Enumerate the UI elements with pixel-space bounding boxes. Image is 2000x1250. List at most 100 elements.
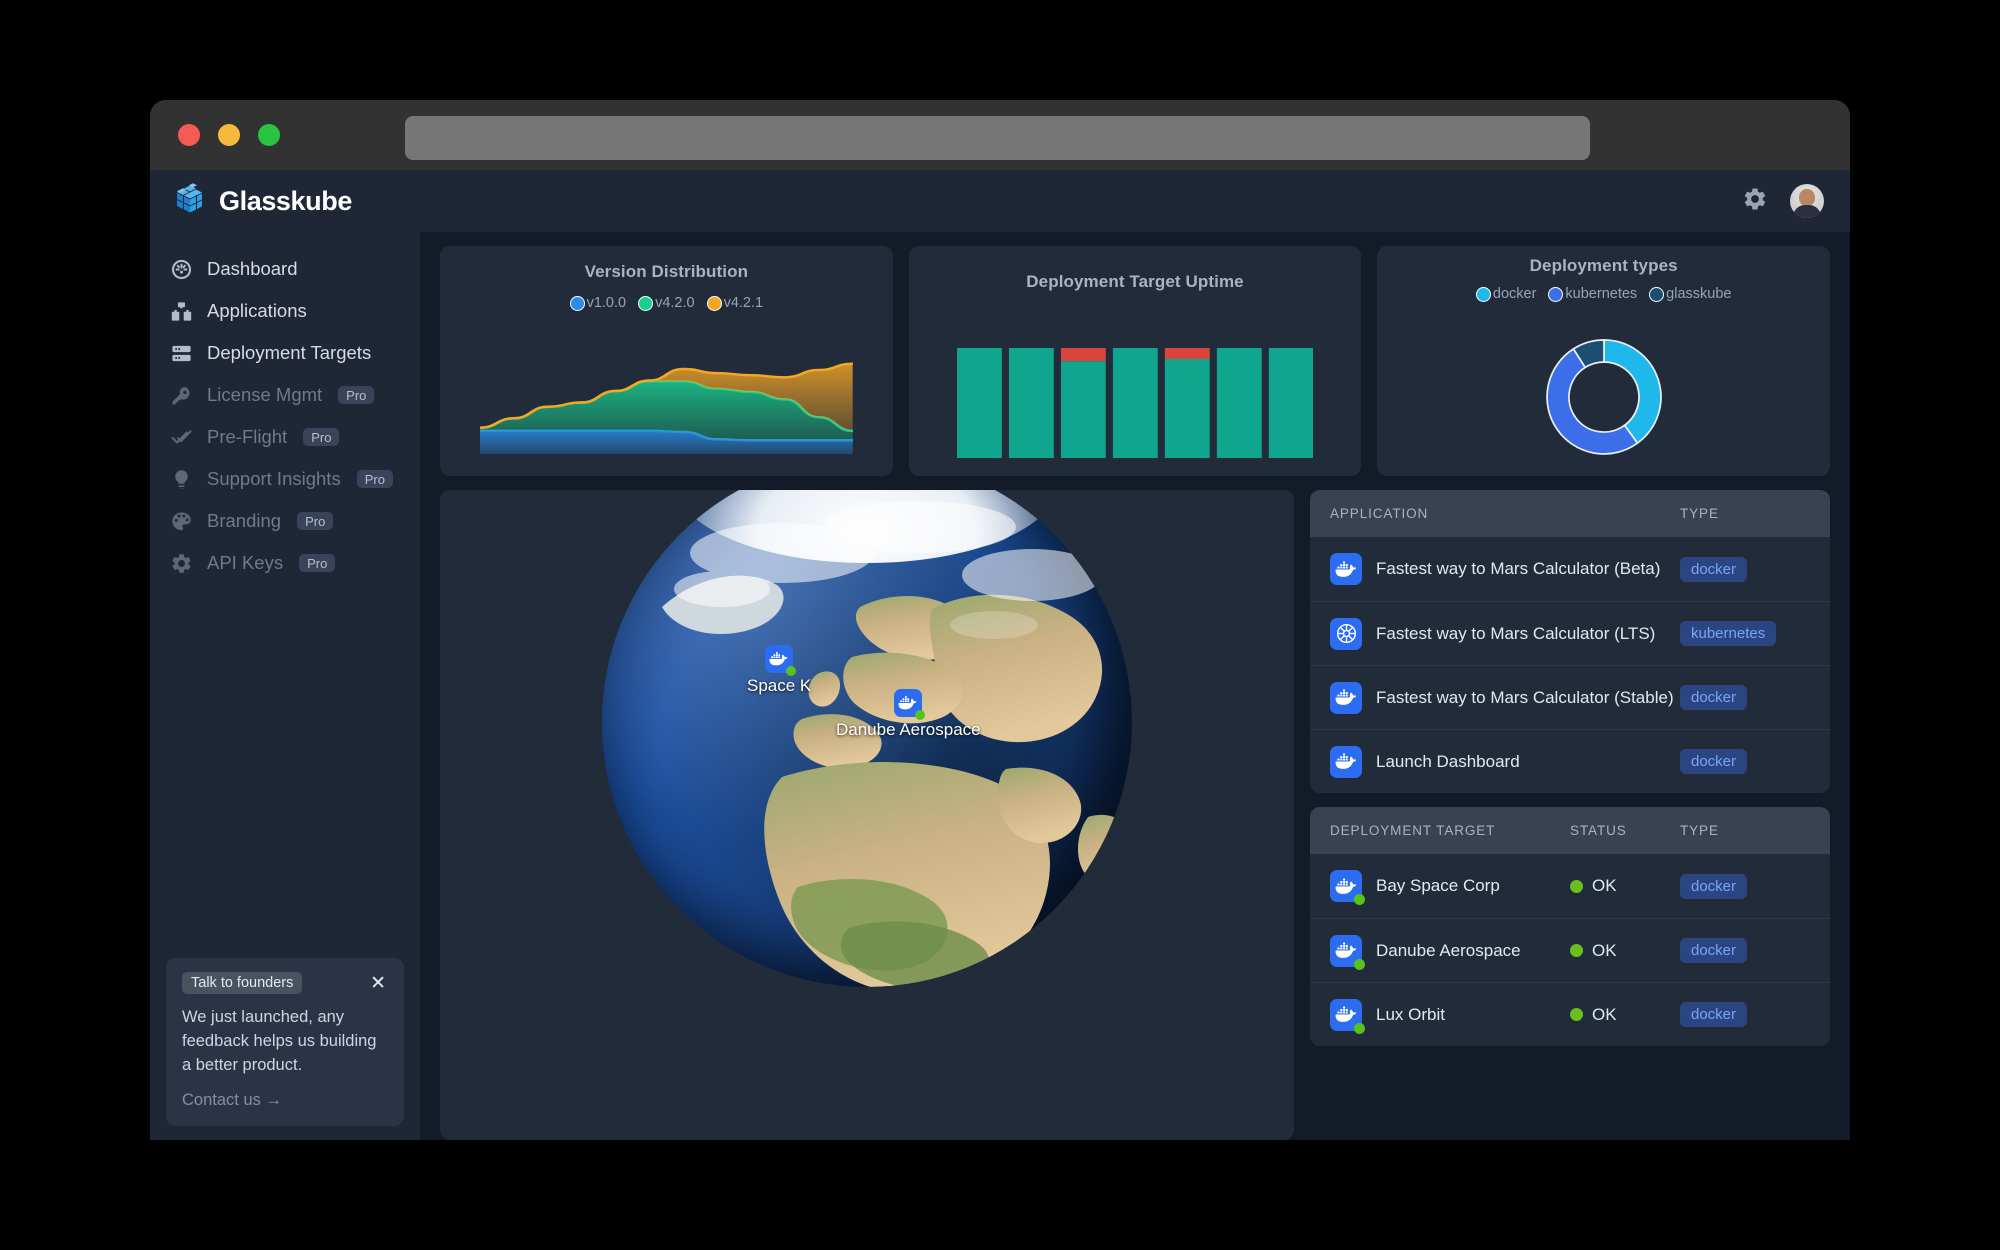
docker-icon — [1330, 553, 1362, 585]
chart-title: Version Distribution — [584, 262, 749, 281]
browser-address-bar[interactable] — [405, 116, 1590, 160]
bottom-row: Space K Danube Aerospace APPLICATION TYP… — [440, 490, 1830, 1140]
legend-color-dot — [1548, 286, 1564, 302]
sidebar-item-deployment-targets[interactable]: Deployment Targets — [150, 332, 420, 374]
table-row[interactable]: Launch Dashboard docker — [1310, 729, 1830, 793]
sidebar-item-applications[interactable]: Applications — [150, 290, 420, 332]
promo-tag: Talk to founders — [182, 971, 303, 995]
legend-label: docker — [1492, 286, 1537, 302]
status-text: OK — [1592, 876, 1617, 895]
legend-item[interactable]: v4.2.0 — [638, 295, 695, 311]
column-application: APPLICATION — [1330, 506, 1429, 521]
sidebar-item-pre-flight[interactable]: Pre-Flight Pro — [150, 416, 420, 458]
pro-badge: Pro — [297, 512, 334, 530]
legend-item[interactable]: kubernetes — [1548, 286, 1637, 302]
avatar[interactable] — [1790, 184, 1824, 218]
table-row[interactable]: Fastest way to Mars Calculator (LTS) kube… — [1310, 601, 1830, 665]
sidebar: Dashboard Applications Deployment Targets L… — [150, 232, 420, 1140]
target-name: Lux Orbit — [1376, 1004, 1445, 1024]
globe-marker[interactable]: Danube Aerospace — [836, 689, 981, 740]
table-row[interactable]: Lux Orbit OK docker — [1310, 982, 1830, 1046]
status-dot — [1354, 1022, 1365, 1034]
globe-card[interactable]: Space K Danube Aerospace — [440, 490, 1294, 1140]
sidebar-item-label: Deployment Targets — [207, 342, 372, 363]
window-close-button[interactable] — [178, 124, 200, 146]
chart-row: Version Distribution v1.0.0 v4.2.0 v4.2.1 … — [440, 246, 1831, 476]
legend-color-dot — [706, 295, 722, 311]
column-type: TYPE — [1680, 506, 1719, 521]
sidebar-nav: Dashboard Applications Deployment Targets L… — [150, 248, 420, 584]
chart-legend: v1.0.0 v4.2.0 v4.2.1 — [440, 295, 893, 311]
table-row[interactable]: Bay Space Corp OK docker — [1310, 854, 1830, 918]
table-header: APPLICATION TYPE — [1310, 490, 1830, 537]
header-actions — [1742, 184, 1824, 218]
promo-header: Talk to founders ✕ — [182, 971, 388, 995]
legend-item[interactable]: v1.0.0 — [569, 295, 627, 311]
legend-label: v4.2.0 — [655, 295, 695, 311]
table-row[interactable]: Fastest way to Mars Calculator (Beta) doc… — [1310, 537, 1830, 601]
earth-globe[interactable]: Space K Danube Aerospace — [602, 490, 1132, 987]
sidebar-item-support-insights[interactable]: Support Insights Pro — [150, 458, 420, 500]
type-chip: docker — [1680, 873, 1748, 899]
legend-label: v4.2.1 — [723, 295, 764, 311]
application-name: Launch Dashboard — [1376, 751, 1520, 771]
boxes-icon — [170, 300, 193, 323]
legend-color-dot — [1649, 286, 1665, 302]
status-dot — [1354, 958, 1365, 970]
sidebar-item-dashboard[interactable]: Dashboard — [150, 248, 420, 290]
table-row[interactable]: Fastest way to Mars Calculator (Stable) d… — [1310, 665, 1830, 729]
area-chart-plot — [480, 362, 853, 454]
app-shell: Glasskube Dashboard Applications Deploymen… — [150, 170, 1850, 1140]
application-name: Fastest way to Mars Calculator (Stable) — [1376, 687, 1674, 707]
legend-item[interactable]: glasskube — [1649, 286, 1731, 302]
type-chip: kubernetes — [1680, 621, 1777, 646]
bulb-icon — [170, 468, 193, 491]
legend-color-dot — [638, 295, 654, 311]
donut-chart-plot — [1545, 339, 1662, 455]
status-dot — [1354, 894, 1365, 905]
app-body: Dashboard Applications Deployment Targets L… — [150, 232, 1850, 1140]
legend-item[interactable]: docker — [1475, 286, 1537, 302]
legend-label: v1.0.0 — [586, 295, 627, 311]
table-header: DEPLOYMENT TARGET STATUS TYPE — [1310, 807, 1830, 854]
brand-logo[interactable]: Glasskube — [172, 182, 352, 221]
pro-badge: Pro — [338, 386, 375, 404]
target-name: Danube Aerospace — [1376, 940, 1521, 960]
sidebar-item-label: API Keys — [207, 552, 284, 573]
status-text: OK — [1592, 940, 1617, 960]
globe-marker[interactable]: Space K — [747, 645, 811, 696]
window-minimize-button[interactable] — [218, 124, 240, 146]
applications-table: APPLICATION TYPE Fastest way to Mars Cal… — [1310, 490, 1830, 793]
legend-label: kubernetes — [1565, 286, 1638, 302]
status-indicator — [1570, 879, 1583, 893]
version-distribution-card: Version Distribution v1.0.0 v4.2.0 v4.2.1 — [440, 246, 893, 476]
sidebar-item-api-keys[interactable]: API Keys Pro — [150, 542, 420, 584]
docker-icon — [1330, 934, 1365, 970]
globe-marker-label: Space K — [747, 676, 812, 695]
checks-icon — [170, 426, 193, 449]
column-status: STATUS — [1570, 823, 1627, 838]
table-row[interactable]: Danube Aerospace OK docker — [1310, 918, 1830, 982]
table-body: Fastest way to Mars Calculator (Beta) doc… — [1310, 537, 1830, 793]
gear-icon[interactable] — [1742, 186, 1768, 217]
type-chip: docker — [1680, 1002, 1748, 1027]
gauge-icon — [170, 258, 193, 281]
sidebar-item-label: License Mgmt — [207, 384, 323, 405]
legend-item[interactable]: v4.2.1 — [706, 295, 764, 311]
application-name: Fastest way to Mars Calculator (LTS) — [1376, 623, 1656, 643]
status-indicator — [1570, 1008, 1583, 1021]
right-column: APPLICATION TYPE Fastest way to Mars Cal… — [1310, 490, 1830, 1140]
main-content: Version Distribution v1.0.0 v4.2.0 v4.2.1 … — [420, 232, 1850, 1140]
deployment-types-card: Deployment types docker kubernetes glassku… — [1377, 246, 1831, 476]
pro-badge: Pro — [299, 554, 336, 572]
sidebar-item-label: Applications — [207, 300, 307, 321]
docker-icon — [765, 645, 797, 676]
close-icon[interactable]: ✕ — [362, 972, 388, 993]
sidebar-item-license-mgmt[interactable]: License Mgmt Pro — [150, 374, 420, 416]
window-maximize-button[interactable] — [258, 124, 280, 146]
table-body: Bay Space Corp OK docker Danube Aerospace OK… — [1310, 854, 1830, 1046]
key-icon — [170, 384, 193, 407]
promo-contact-link[interactable]: Contact us → — [182, 1091, 388, 1110]
deployment-targets-table: DEPLOYMENT TARGET STATUS TYPE Bay Space … — [1310, 807, 1830, 1046]
sidebar-item-branding[interactable]: Branding Pro — [150, 500, 420, 542]
